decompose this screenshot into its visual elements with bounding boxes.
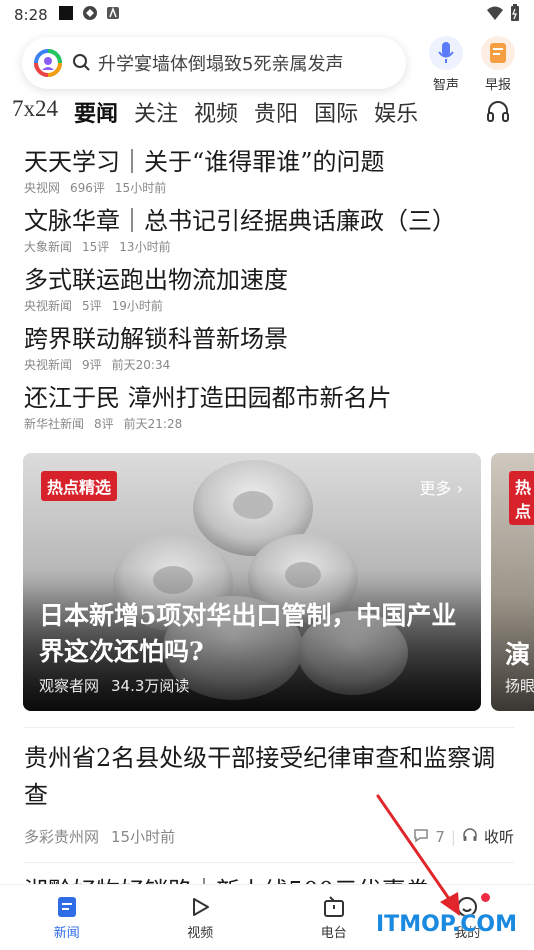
next-featured-title: 演 [505, 640, 531, 669]
briefing-label: 早报 [484, 78, 511, 93]
channel-tabs: 7x24 要闻 关注 视频 贵阳 国际 娱乐 [0, 92, 534, 136]
news-source: 央视网 [24, 181, 61, 195]
featured-source: 观察者网 [39, 677, 100, 695]
featured-meta: 观察者网 34.3万阅读 [39, 675, 201, 696]
hot-picks-tag: 热点精选 [41, 471, 118, 501]
more-link[interactable]: 更多 › [419, 475, 463, 499]
nav-video-label: 视频 [187, 926, 214, 941]
tab-following[interactable]: 关注 [126, 92, 186, 128]
more-label: 更多 [419, 479, 452, 498]
microphone-icon [429, 36, 463, 70]
news-icon [56, 894, 78, 920]
next-featured-source: 扬眼 [505, 677, 534, 695]
news-title: 文脉华章｜总书记引经据典话廉政（三） [24, 207, 456, 235]
briefing-button[interactable]: 早报 [476, 36, 520, 93]
nav-news-label: 新闻 [53, 926, 80, 941]
news-source: 大象新闻 [24, 240, 73, 254]
list-item[interactable]: 文脉华章｜总书记引经据典话廉政（三） 大象新闻 15评 13小时前 [24, 205, 514, 264]
news-comments: 15评 [82, 240, 110, 254]
radio-icon [323, 894, 345, 920]
news-comments: 5评 [82, 299, 102, 313]
featured-card[interactable]: 热点精选 更多 › 日本新增5项对华出口管制，中国产业界这次还怕吗? 观察者网 3… [23, 453, 481, 711]
search-icon [72, 53, 92, 73]
tab-international[interactable]: 国际 [306, 92, 366, 128]
news-title: 还江于民 漳州打造田园都市新名片 [24, 384, 392, 412]
status-time: 8:28 [14, 6, 48, 24]
app-badge-icon [82, 5, 98, 25]
battery-icon [510, 4, 520, 26]
search-box[interactable]: 升学宴墙体倒塌致5死亲属发声 [22, 37, 406, 89]
divider [24, 727, 514, 728]
news-comments: 8评 [94, 417, 114, 431]
news-source: 央视新闻 [24, 358, 73, 372]
headphone-icon[interactable] [478, 98, 518, 128]
news-title: 多式联运跑出物流加速度 [24, 266, 288, 294]
news-title: 天天学习｜关于“谁得罪谁”的问题 [24, 148, 385, 176]
notification-square-icon [58, 5, 74, 25]
hot-carousel: 热点精选 更多 › 日本新增5项对华出口管制，中国产业界这次还怕吗? 观察者网 3… [0, 453, 534, 711]
featured-reads: 34.3万阅读 [111, 677, 190, 695]
news-meta: 央视网 696评 15小时前 [24, 179, 514, 196]
hot-tag: 热点 [509, 471, 534, 525]
news-time: 15小时前 [114, 181, 167, 195]
listen-label[interactable]: 收听 [484, 826, 514, 847]
text-badge-icon [106, 6, 120, 24]
search-row: 升学宴墙体倒塌致5死亲属发声 智声 早报 [22, 36, 534, 93]
wifi-icon [486, 5, 504, 25]
news-title: 跨界联动解锁科普新场景 [24, 325, 288, 353]
news-meta: 新华社新闻 8评 前天21:28 [24, 415, 514, 432]
status-bar: 8:28 [0, 0, 534, 30]
news-source: 多彩贵州网 [24, 828, 100, 846]
next-featured-card[interactable]: 热点 演 扬眼 [491, 453, 534, 711]
featured-title: 日本新增5项对华出口管制，中国产业界这次还怕吗? [39, 601, 457, 666]
news-list: 天天学习｜关于“谁得罪谁”的问题 央视网 696评 15小时前 文脉华章｜总书记引经… [24, 146, 514, 441]
news-time: 19小时前 [111, 299, 163, 313]
news-source: 新华社新闻 [24, 417, 85, 431]
nav-news[interactable]: 新闻 [0, 885, 134, 950]
news-meta: 大象新闻 15评 13小时前 [24, 238, 514, 255]
news-meta: 央视新闻 9评 前天20:34 [24, 356, 514, 373]
tab-entertainment[interactable]: 娱乐 [366, 92, 426, 128]
briefing-icon [481, 36, 515, 70]
list-item[interactable]: 还江于民 漳州打造田园都市新名片 新华社新闻 8评 前天21:28 [24, 382, 514, 441]
news-source: 央视新闻 [24, 299, 73, 313]
play-icon [189, 894, 211, 920]
tab-video[interactable]: 视频 [186, 92, 246, 128]
tab-guiyang[interactable]: 贵阳 [246, 92, 306, 128]
list-item[interactable]: 跨界联动解锁科普新场景 央视新闻 9评 前天20:34 [24, 323, 514, 382]
list-item[interactable]: 天天学习｜关于“谁得罪谁”的问题 央视网 696评 15小时前 [24, 146, 514, 205]
tab-7x24[interactable]: 7x24 [0, 92, 66, 122]
news-time: 15小时前 [111, 828, 176, 846]
news-time: 前天20:34 [111, 358, 171, 372]
news-comments: 9评 [82, 358, 102, 372]
nav-video[interactable]: 视频 [134, 885, 268, 950]
news-time: 13小时前 [119, 240, 171, 254]
watermark-text: ITMOP.COM [376, 912, 517, 937]
news-comments: 696评 [70, 181, 105, 195]
notification-dot [480, 893, 490, 902]
news-meta: 央视新闻 5评 19小时前 [24, 297, 514, 314]
search-placeholder: 升学宴墙体倒塌致5死亲属发声 [98, 54, 344, 75]
chevron-right-icon: › [456, 479, 463, 498]
voice-button[interactable]: 智声 [424, 36, 468, 93]
nav-radio-label: 电台 [320, 926, 347, 941]
app-logo-icon[interactable] [32, 47, 64, 79]
news-time: 前天21:28 [123, 417, 183, 431]
list-item[interactable]: 多式联运跑出物流加速度 央视新闻 5评 19小时前 [24, 264, 514, 323]
tab-headlines[interactable]: 要闻 [66, 92, 126, 128]
red-arrow-annotation [376, 794, 460, 916]
voice-label: 智声 [432, 78, 459, 93]
